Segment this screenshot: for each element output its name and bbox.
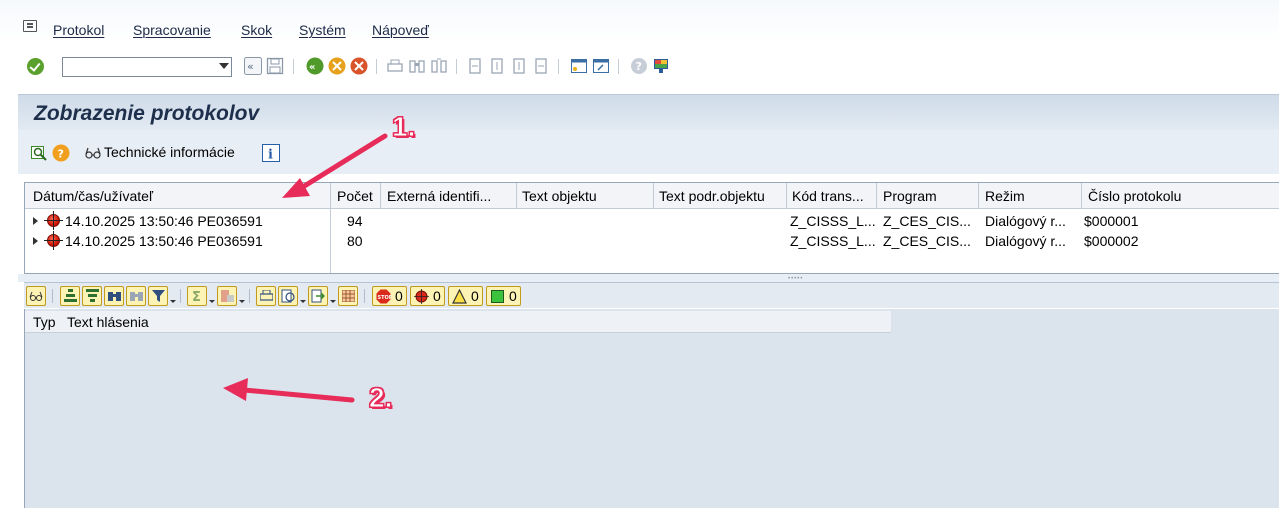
annotation-label-2: 2. (368, 382, 393, 414)
annotation-arrow-1 (295, 133, 388, 193)
annotation-layer (223, 133, 388, 403)
annotation-arrow-2 (241, 387, 355, 403)
annotation-arrowhead-2 (223, 378, 248, 401)
annotation-label-1: 1. (391, 111, 416, 143)
